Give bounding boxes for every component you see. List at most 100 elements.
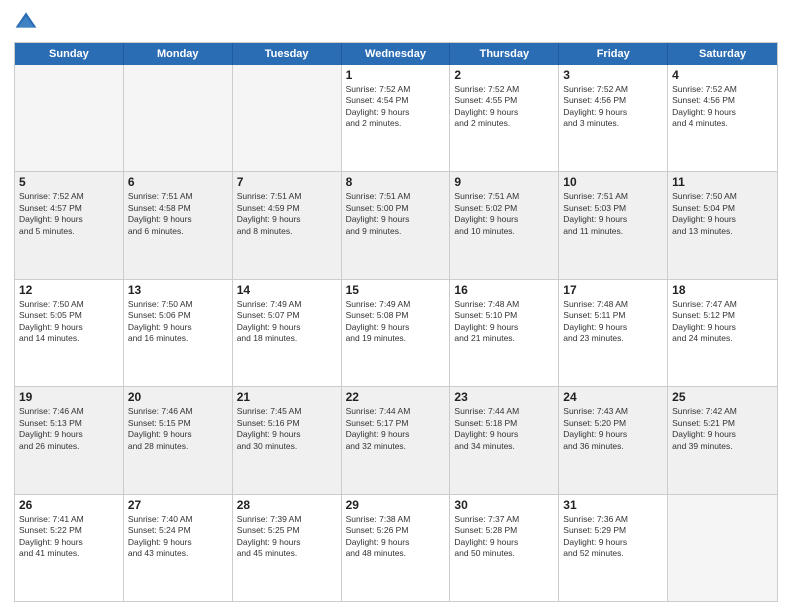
logo — [14, 10, 42, 34]
header-day-sunday: Sunday — [15, 43, 124, 65]
day-number: 30 — [454, 498, 554, 512]
cell-info: Sunrise: 7:51 AMSunset: 5:03 PMDaylight:… — [563, 191, 663, 237]
cal-cell-12: 12 Sunrise: 7:50 AMSunset: 5:05 PMDayligh… — [15, 280, 124, 386]
cal-cell-empty — [668, 495, 777, 601]
day-number: 10 — [563, 175, 663, 189]
cell-info: Sunrise: 7:49 AMSunset: 5:08 PMDaylight:… — [346, 299, 446, 345]
cell-info: Sunrise: 7:50 AMSunset: 5:06 PMDaylight:… — [128, 299, 228, 345]
cal-cell-5: 5 Sunrise: 7:52 AMSunset: 4:57 PMDaylight… — [15, 172, 124, 278]
cal-cell-24: 24 Sunrise: 7:43 AMSunset: 5:20 PMDayligh… — [559, 387, 668, 493]
cell-info: Sunrise: 7:51 AMSunset: 5:02 PMDaylight:… — [454, 191, 554, 237]
day-number: 15 — [346, 283, 446, 297]
cal-cell-empty — [15, 65, 124, 171]
day-number: 25 — [672, 390, 773, 404]
cell-info: Sunrise: 7:48 AMSunset: 5:10 PMDaylight:… — [454, 299, 554, 345]
header-day-saturday: Saturday — [668, 43, 777, 65]
cell-info: Sunrise: 7:43 AMSunset: 5:20 PMDaylight:… — [563, 406, 663, 452]
cell-info: Sunrise: 7:46 AMSunset: 5:15 PMDaylight:… — [128, 406, 228, 452]
cell-info: Sunrise: 7:44 AMSunset: 5:18 PMDaylight:… — [454, 406, 554, 452]
day-number: 11 — [672, 175, 773, 189]
cal-cell-18: 18 Sunrise: 7:47 AMSunset: 5:12 PMDayligh… — [668, 280, 777, 386]
cell-info: Sunrise: 7:51 AMSunset: 5:00 PMDaylight:… — [346, 191, 446, 237]
day-number: 20 — [128, 390, 228, 404]
day-number: 9 — [454, 175, 554, 189]
cal-cell-22: 22Sunrise: 7:44 AMSunset: 5:17 PMDayligh… — [342, 387, 451, 493]
day-number: 27 — [128, 498, 228, 512]
day-number: 14 — [237, 283, 337, 297]
cell-info: Sunrise: 7:48 AMSunset: 5:11 PMDaylight:… — [563, 299, 663, 345]
calendar-header: SundayMondayTuesdayWednesdayThursdayFrid… — [15, 43, 777, 65]
week-row-5: 26 Sunrise: 7:41 AMSunset: 5:22 PMDayligh… — [15, 495, 777, 601]
cal-cell-17: 17 Sunrise: 7:48 AMSunset: 5:11 PMDayligh… — [559, 280, 668, 386]
day-number: 7 — [237, 175, 337, 189]
cell-info: Sunrise: 7:51 AMSunset: 4:59 PMDaylight:… — [237, 191, 337, 237]
cell-info: Sunrise: 7:39 AMSunset: 5:25 PMDaylight:… — [237, 514, 337, 560]
cell-info: Sunrise: 7:49 AMSunset: 5:07 PMDaylight:… — [237, 299, 337, 345]
calendar-body: 1 Sunrise: 7:52 AMSunset: 4:54 PMDaylight… — [15, 65, 777, 601]
header-day-friday: Friday — [559, 43, 668, 65]
cal-cell-20: 20 Sunrise: 7:46 AMSunset: 5:15 PMDayligh… — [124, 387, 233, 493]
header-day-monday: Monday — [124, 43, 233, 65]
cal-cell-14: 14 Sunrise: 7:49 AMSunset: 5:07 PMDayligh… — [233, 280, 342, 386]
cal-cell-30: 30 Sunrise: 7:37 AMSunset: 5:28 PMDayligh… — [450, 495, 559, 601]
day-number: 17 — [563, 283, 663, 297]
cal-cell-16: 16Sunrise: 7:48 AMSunset: 5:10 PMDayligh… — [450, 280, 559, 386]
cell-info: Sunrise: 7:44 AMSunset: 5:17 PMDaylight:… — [346, 406, 446, 452]
day-number: 6 — [128, 175, 228, 189]
cell-info: Sunrise: 7:50 AMSunset: 5:05 PMDaylight:… — [19, 299, 119, 345]
cell-info: Sunrise: 7:36 AMSunset: 5:29 PMDaylight:… — [563, 514, 663, 560]
cal-cell-6: 6Sunrise: 7:51 AMSunset: 4:58 PMDaylight… — [124, 172, 233, 278]
cell-info: Sunrise: 7:52 AMSunset: 4:56 PMDaylight:… — [672, 84, 773, 130]
day-number: 26 — [19, 498, 119, 512]
week-row-4: 19 Sunrise: 7:46 AMSunset: 5:13 PMDayligh… — [15, 387, 777, 494]
day-number: 12 — [19, 283, 119, 297]
header-day-tuesday: Tuesday — [233, 43, 342, 65]
cal-cell-29: 29Sunrise: 7:38 AMSunset: 5:26 PMDayligh… — [342, 495, 451, 601]
page: SundayMondayTuesdayWednesdayThursdayFrid… — [0, 0, 792, 612]
cal-cell-4: 4 Sunrise: 7:52 AMSunset: 4:56 PMDaylight… — [668, 65, 777, 171]
cell-info: Sunrise: 7:37 AMSunset: 5:28 PMDaylight:… — [454, 514, 554, 560]
cal-cell-10: 10 Sunrise: 7:51 AMSunset: 5:03 PMDayligh… — [559, 172, 668, 278]
day-number: 8 — [346, 175, 446, 189]
cal-cell-19: 19 Sunrise: 7:46 AMSunset: 5:13 PMDayligh… — [15, 387, 124, 493]
week-row-2: 5 Sunrise: 7:52 AMSunset: 4:57 PMDaylight… — [15, 172, 777, 279]
day-number: 1 — [346, 68, 446, 82]
cal-cell-21: 21Sunrise: 7:45 AMSunset: 5:16 PMDayligh… — [233, 387, 342, 493]
cell-info: Sunrise: 7:52 AMSunset: 4:55 PMDaylight:… — [454, 84, 554, 130]
header — [14, 10, 778, 34]
cal-cell-empty — [233, 65, 342, 171]
logo-icon — [14, 10, 38, 34]
cell-info: Sunrise: 7:47 AMSunset: 5:12 PMDaylight:… — [672, 299, 773, 345]
day-number: 13 — [128, 283, 228, 297]
cal-cell-28: 28 Sunrise: 7:39 AMSunset: 5:25 PMDayligh… — [233, 495, 342, 601]
day-number: 21 — [237, 390, 337, 404]
day-number: 23 — [454, 390, 554, 404]
cal-cell-27: 27 Sunrise: 7:40 AMSunset: 5:24 PMDayligh… — [124, 495, 233, 601]
cal-cell-25: 25 Sunrise: 7:42 AMSunset: 5:21 PMDayligh… — [668, 387, 777, 493]
cal-cell-26: 26 Sunrise: 7:41 AMSunset: 5:22 PMDayligh… — [15, 495, 124, 601]
day-number: 18 — [672, 283, 773, 297]
day-number: 28 — [237, 498, 337, 512]
day-number: 19 — [19, 390, 119, 404]
cal-cell-11: 11 Sunrise: 7:50 AMSunset: 5:04 PMDayligh… — [668, 172, 777, 278]
cell-info: Sunrise: 7:50 AMSunset: 5:04 PMDaylight:… — [672, 191, 773, 237]
cal-cell-31: 31Sunrise: 7:36 AMSunset: 5:29 PMDayligh… — [559, 495, 668, 601]
day-number: 4 — [672, 68, 773, 82]
cell-info: Sunrise: 7:42 AMSunset: 5:21 PMDaylight:… — [672, 406, 773, 452]
cell-info: Sunrise: 7:38 AMSunset: 5:26 PMDaylight:… — [346, 514, 446, 560]
day-number: 24 — [563, 390, 663, 404]
cell-info: Sunrise: 7:46 AMSunset: 5:13 PMDaylight:… — [19, 406, 119, 452]
cal-cell-7: 7 Sunrise: 7:51 AMSunset: 4:59 PMDaylight… — [233, 172, 342, 278]
cal-cell-13: 13 Sunrise: 7:50 AMSunset: 5:06 PMDayligh… — [124, 280, 233, 386]
week-row-1: 1 Sunrise: 7:52 AMSunset: 4:54 PMDaylight… — [15, 65, 777, 172]
calendar: SundayMondayTuesdayWednesdayThursdayFrid… — [14, 42, 778, 602]
cell-info: Sunrise: 7:41 AMSunset: 5:22 PMDaylight:… — [19, 514, 119, 560]
cell-info: Sunrise: 7:40 AMSunset: 5:24 PMDaylight:… — [128, 514, 228, 560]
day-number: 5 — [19, 175, 119, 189]
week-row-3: 12 Sunrise: 7:50 AMSunset: 5:05 PMDayligh… — [15, 280, 777, 387]
cell-info: Sunrise: 7:52 AMSunset: 4:57 PMDaylight:… — [19, 191, 119, 237]
cell-info: Sunrise: 7:52 AMSunset: 4:56 PMDaylight:… — [563, 84, 663, 130]
cal-cell-15: 15 Sunrise: 7:49 AMSunset: 5:08 PMDayligh… — [342, 280, 451, 386]
cell-info: Sunrise: 7:52 AMSunset: 4:54 PMDaylight:… — [346, 84, 446, 130]
cal-cell-23: 23 Sunrise: 7:44 AMSunset: 5:18 PMDayligh… — [450, 387, 559, 493]
